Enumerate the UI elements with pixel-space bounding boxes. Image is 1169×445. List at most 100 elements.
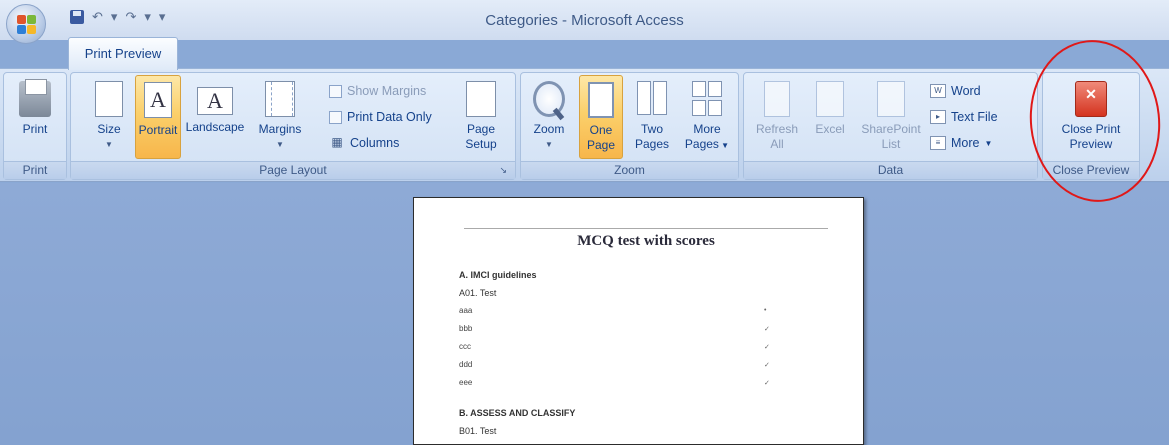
two-pages-button[interactable]: Two Pages — [629, 75, 675, 157]
refresh-all-button[interactable]: Refresh All — [752, 75, 802, 157]
columns-button[interactable]: ▦ Columns — [329, 133, 399, 153]
two-pages-icon — [636, 81, 668, 117]
portrait-icon: A — [144, 82, 172, 118]
print-button[interactable]: Print — [8, 75, 62, 157]
more-export-icon: ≡ — [930, 136, 946, 150]
answer-mark: ✓ — [764, 344, 770, 351]
page-size-icon — [95, 81, 123, 117]
text-file-label: Text File — [951, 110, 998, 124]
export-word-button[interactable]: W Word — [930, 81, 981, 101]
answer-item: bbb — [459, 324, 473, 333]
dialog-launcher-icon[interactable]: ↘ — [499, 162, 507, 179]
page-layout-group-label: Page Layout ↘ — [71, 161, 515, 179]
report-title-rule — [464, 228, 828, 229]
answer-item: eee — [459, 378, 473, 387]
print-data-only-check-icon — [329, 110, 342, 124]
more-pages-label-2: Pages — [684, 137, 719, 151]
margins-icon — [265, 81, 295, 117]
printer-icon — [19, 79, 51, 117]
page-setup-icon — [466, 81, 496, 117]
sharepoint-label-1: SharePoint — [861, 122, 921, 136]
one-page-icon — [588, 82, 614, 118]
sharepoint-list-button[interactable]: SharePoint List — [858, 75, 924, 157]
word-icon: W — [930, 84, 946, 98]
one-page-label-1: One — [589, 123, 613, 137]
show-margins-checkbox[interactable]: Show Margins — [329, 81, 426, 101]
answer-mark: ✓ — [764, 380, 770, 387]
question-label: A01. Test — [459, 288, 497, 298]
more-pages-icon — [691, 81, 723, 117]
more-pages-button[interactable]: More Pages ▼ — [681, 75, 733, 157]
answer-mark: • — [764, 307, 767, 314]
export-text-file-button[interactable]: ▸ Text File — [930, 107, 998, 127]
page-layout-label-text: Page Layout — [259, 163, 327, 177]
export-more-button[interactable]: ≡ More ▼ — [930, 133, 992, 153]
refresh-icon — [764, 81, 790, 117]
answer-mark: ✓ — [764, 362, 770, 369]
margins-caret-icon: ▼ — [276, 140, 284, 149]
word-label: Word — [951, 84, 981, 98]
answer-item: ccc — [459, 342, 471, 351]
page-setup-label-2: Setup — [465, 137, 497, 151]
question-label: B01. Test — [459, 426, 497, 436]
one-page-label-2: Page — [586, 138, 616, 152]
size-button[interactable]: Size ▼ — [89, 75, 129, 157]
page-setup-button[interactable]: Page Setup — [457, 75, 505, 157]
landscape-label: Landscape — [185, 120, 245, 134]
report-page[interactable]: MCQ test with scores A. IMCI guidelines … — [413, 197, 864, 445]
margins-label: Margins — [258, 122, 302, 136]
refresh-label-2: All — [770, 137, 784, 151]
show-margins-label: Show Margins — [347, 84, 427, 98]
zoom-group: Zoom ▼ One Page Two Pages More Pages ▼ Z… — [520, 72, 739, 180]
zoom-button[interactable]: Zoom ▼ — [527, 75, 571, 157]
answer-mark: ✓ — [764, 326, 770, 333]
margins-button[interactable]: Margins ▼ — [249, 75, 311, 157]
print-button-label: Print — [22, 122, 48, 136]
magnifier-icon — [533, 81, 565, 117]
two-pages-label-1: Two — [640, 122, 663, 136]
print-data-only-checkbox[interactable]: Print Data Only — [329, 107, 432, 127]
section-heading: B. ASSESS AND CLASSIFY — [459, 408, 576, 418]
sharepoint-icon — [877, 81, 905, 117]
refresh-label-1: Refresh — [755, 122, 799, 136]
more-pages-label-1: More — [693, 122, 721, 136]
columns-label: Columns — [350, 136, 400, 150]
title-bar: ↶ ▾ ↷ ▾ ▾ Categories - Microsoft Access — [0, 0, 1169, 40]
text-file-icon: ▸ — [930, 110, 946, 124]
office-button[interactable] — [6, 4, 46, 44]
page-setup-label-1: Page — [466, 122, 496, 136]
zoom-group-label: Zoom — [521, 161, 738, 179]
report-title: MCQ test with scores — [577, 233, 715, 249]
office-logo-icon — [17, 15, 37, 35]
zoom-caret-icon: ▼ — [545, 140, 553, 149]
landscape-button[interactable]: A Landscape — [181, 75, 249, 157]
data-group: Refresh All Excel SharePoint List W Word… — [743, 72, 1038, 180]
excel-icon — [816, 81, 844, 117]
answer-item: aaa — [459, 306, 473, 315]
columns-icon: ▦ — [331, 135, 343, 149]
one-page-button[interactable]: One Page — [579, 75, 623, 159]
ribbon: Print Print Size ▼ A Portrait A Landscap… — [0, 68, 1169, 182]
size-label: Size — [97, 122, 121, 136]
print-group-label: Print — [4, 161, 66, 179]
sharepoint-label-2: List — [881, 137, 901, 151]
data-group-label: Data — [744, 161, 1037, 179]
more-label: More — [951, 136, 980, 150]
answer-item: ddd — [459, 360, 473, 369]
landscape-icon: A — [197, 87, 233, 115]
page-layout-group: Size ▼ A Portrait A Landscape Margins ▼ … — [70, 72, 516, 180]
size-caret-icon: ▼ — [105, 140, 113, 149]
more-export-caret-icon: ▼ — [984, 138, 993, 148]
portrait-label: Portrait — [138, 123, 178, 137]
excel-button[interactable]: Excel — [808, 75, 852, 157]
section-heading: A. IMCI guidelines — [459, 270, 537, 280]
print-data-only-label: Print Data Only — [347, 110, 432, 124]
two-pages-label-2: Pages — [634, 137, 670, 151]
print-group: Print Print — [3, 72, 67, 180]
more-pages-caret-icon: ▼ — [718, 141, 730, 150]
show-margins-check-icon — [329, 84, 342, 98]
portrait-button[interactable]: A Portrait — [135, 75, 181, 159]
tab-print-preview[interactable]: Print Preview — [68, 37, 178, 70]
excel-label: Excel — [815, 122, 845, 136]
zoom-label: Zoom — [533, 122, 565, 136]
